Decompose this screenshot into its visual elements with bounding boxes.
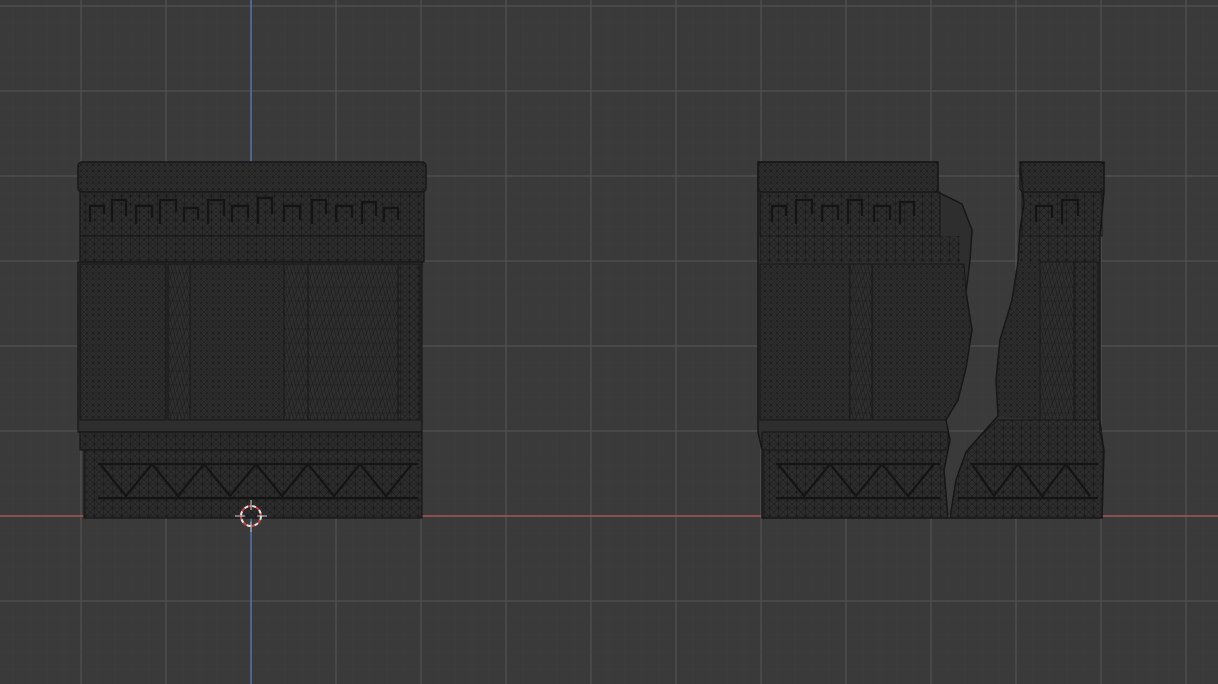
pilaster-1 xyxy=(167,263,191,421)
panel-3 xyxy=(307,263,399,421)
pilaster-3 xyxy=(397,263,421,421)
base-band-wire xyxy=(80,432,422,450)
cornice-wire xyxy=(78,162,426,192)
left-base xyxy=(763,449,949,519)
right-pilaster xyxy=(1073,261,1099,421)
left-panel-1 xyxy=(759,263,851,421)
right-cornice xyxy=(1019,161,1105,193)
panel-2 xyxy=(189,263,285,421)
wall-segment-broken[interactable] xyxy=(757,161,1105,519)
wall-segment-intact[interactable] xyxy=(77,161,427,519)
left-base-band xyxy=(761,431,949,451)
left-pilaster xyxy=(849,263,873,421)
right-band xyxy=(1020,236,1100,262)
3d-viewport[interactable] xyxy=(0,0,1218,684)
band-wire xyxy=(80,236,424,262)
left-cornice xyxy=(757,161,939,193)
frieze-wire xyxy=(80,192,424,236)
panel-1 xyxy=(79,263,167,421)
viewport-scene xyxy=(0,0,1218,684)
right-panel xyxy=(1039,261,1075,421)
left-panel-2 xyxy=(871,263,973,421)
left-band xyxy=(760,236,960,262)
pilaster-2 xyxy=(283,263,309,421)
right-broken-edge xyxy=(996,262,1040,420)
right-base xyxy=(949,419,1105,519)
